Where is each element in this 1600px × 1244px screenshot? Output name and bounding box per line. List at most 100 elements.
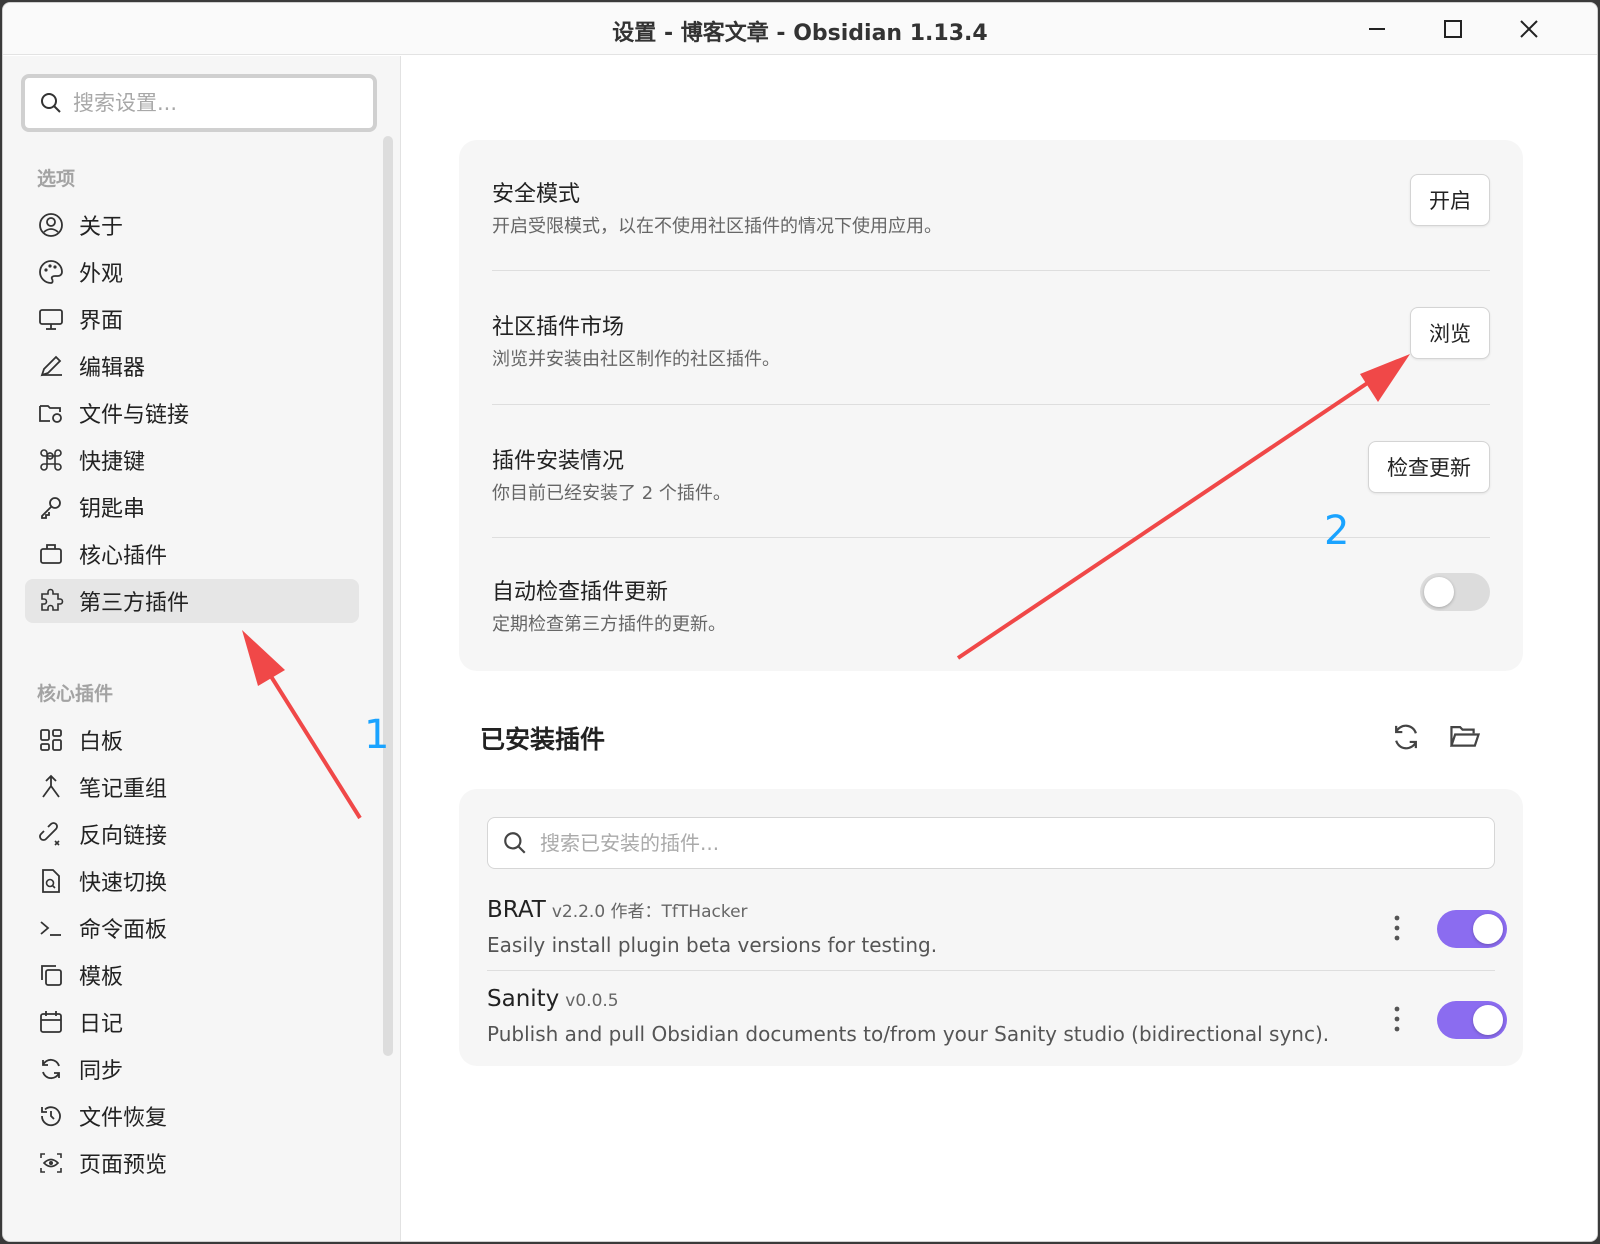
minimize-icon	[1369, 28, 1385, 30]
sidebar-item-command-palette[interactable]: 命令面板	[25, 906, 359, 950]
plugin-settings-card: 安全模式 开启受限模式，以在不使用社区插件的情况下使用应用。 开启 社区插件市场…	[459, 140, 1523, 671]
sidebar-item-label: 钥匙串	[79, 497, 146, 522]
plugin-meta: v0.0.5	[565, 991, 619, 1011]
copy-icon	[37, 961, 65, 989]
search-icon	[41, 93, 61, 113]
sidebar-item-label: 文件与链接	[79, 403, 190, 428]
minimize-button[interactable]	[1353, 11, 1401, 47]
sidebar-item-label: 第三方插件	[79, 591, 190, 616]
sidebar-item-label: 反向链接	[79, 824, 168, 849]
file-search-icon	[37, 867, 65, 895]
plugin-row-brat: BRAT v2.2.0 作者：TfTHacker Easily install p…	[487, 893, 1507, 971]
sidebar-item-label: 页面预览	[79, 1153, 168, 1178]
sidebar-item-interface[interactable]: 界面	[25, 297, 359, 341]
terminal-icon	[37, 914, 65, 942]
folder-link-icon	[37, 399, 65, 427]
installed-plugins-search-input[interactable]	[540, 831, 1440, 855]
key-icon	[37, 493, 65, 521]
setting-row-safe-mode: 安全模式 开启受限模式，以在不使用社区插件的情况下使用应用。 开启	[492, 140, 1490, 271]
sync-icon	[37, 1055, 65, 1083]
sidebar-item-page-preview[interactable]: 页面预览	[25, 1141, 359, 1185]
sidebar-item-label: 命令面板	[79, 918, 168, 943]
section-label-options: 选项	[37, 168, 76, 190]
maximize-icon	[1444, 20, 1462, 38]
open-plugins-folder-button[interactable]	[1446, 718, 1484, 756]
setting-row-community-market: 社区插件市场 浏览并安装由社区制作的社区插件。 浏览	[492, 271, 1490, 405]
setting-name: 自动检查插件更新	[492, 580, 669, 605]
sidebar-item-files-links[interactable]: 文件与链接	[25, 391, 359, 435]
plugin-enable-toggle[interactable]	[1437, 1001, 1507, 1039]
setting-description: 定期检查第三方插件的更新。	[492, 614, 726, 635]
sidebar-item-label: 模板	[79, 965, 124, 990]
section-label-core-plugins: 核心插件	[37, 683, 114, 705]
user-circle-icon	[37, 211, 65, 239]
briefcase-icon	[37, 540, 65, 568]
auto-update-toggle[interactable]	[1420, 573, 1490, 611]
browse-button[interactable]: 浏览	[1410, 307, 1490, 359]
title-bar: 设置 - 博客文章 - Obsidian 1.13.4	[3, 3, 1597, 55]
pencil-icon	[37, 352, 65, 380]
settings-search-input[interactable]	[73, 91, 333, 115]
plugin-name: Sanity	[487, 986, 560, 1012]
safe-mode-enable-button[interactable]: 开启	[1410, 174, 1490, 226]
sidebar-item-canvas[interactable]: 白板	[25, 718, 359, 762]
plugin-meta: v2.2.0 作者：TfTHacker	[551, 902, 748, 922]
setting-description: 你目前已经安装了 2 个插件。	[492, 483, 731, 504]
sidebar-item-core-plugins[interactable]: 核心插件	[25, 532, 359, 576]
layout-grid-icon	[37, 726, 65, 754]
sidebar-item-about[interactable]: 关于	[25, 203, 359, 247]
sidebar-item-templates[interactable]: 模板	[25, 953, 359, 997]
sidebar-item-quick-switcher[interactable]: 快速切换	[25, 859, 359, 903]
maximize-button[interactable]	[1429, 11, 1477, 47]
sidebar-item-hotkeys[interactable]: 快捷键	[25, 438, 359, 482]
sidebar-item-label: 同步	[79, 1059, 124, 1084]
settings-content: 安全模式 开启受限模式，以在不使用社区插件的情况下使用应用。 开启 社区插件市场…	[402, 56, 1597, 1241]
plugin-options-button[interactable]	[1387, 1002, 1407, 1036]
sidebar-item-label: 关于	[79, 215, 124, 240]
annotation-number-1: 1	[364, 712, 390, 758]
installed-plugins-search-box[interactable]	[487, 817, 1495, 869]
setting-description: 开启受限模式，以在不使用社区插件的情况下使用应用。	[492, 216, 942, 237]
setting-name: 安全模式	[492, 182, 581, 207]
reload-plugins-button[interactable]	[1387, 718, 1425, 756]
more-vertical-icon	[1394, 1006, 1400, 1032]
plugin-header: Sanity v0.0.5	[487, 986, 619, 1012]
toggle-knob	[1473, 914, 1503, 944]
sidebar-item-community-plugins[interactable]: 第三方插件	[25, 579, 359, 623]
plugin-enable-toggle[interactable]	[1437, 910, 1507, 948]
puzzle-icon	[37, 587, 65, 615]
folder-open-icon	[1449, 726, 1481, 747]
check-updates-button[interactable]: 检查更新	[1368, 441, 1490, 493]
settings-sidebar: 选项 关于 外观 界面 编辑器 文件与链接 快捷键 钥匙串	[3, 56, 401, 1241]
sidebar-item-note-composer[interactable]: 笔记重组	[25, 765, 359, 809]
plugin-description: Easily install plugin beta versions for …	[487, 933, 938, 957]
sidebar-item-backlinks[interactable]: 反向链接	[25, 812, 359, 856]
plugin-name: BRAT	[487, 897, 546, 923]
toggle-knob	[1473, 1005, 1503, 1035]
plugin-description: Publish and pull Obsidian documents to/f…	[487, 1022, 1330, 1046]
sidebar-item-editor[interactable]: 编辑器	[25, 344, 359, 388]
sidebar-item-keychain[interactable]: 钥匙串	[25, 485, 359, 529]
sidebar-item-label: 笔记重组	[79, 777, 168, 802]
more-vertical-icon	[1394, 915, 1400, 941]
sidebar-item-sync[interactable]: 同步	[25, 1047, 359, 1091]
installed-plugins-card: BRATv2.2.0 作者：TfTHacker Easily install p…	[459, 789, 1523, 1066]
sidebar-scrollbar[interactable]	[383, 136, 393, 1056]
plugin-header: BRAT v2.2.0 作者：TfTHacker	[487, 897, 748, 923]
close-button[interactable]	[1505, 11, 1553, 47]
plugin-options-button[interactable]	[1387, 911, 1407, 945]
close-icon	[1520, 20, 1538, 38]
sidebar-item-label: 文件恢复	[79, 1106, 168, 1131]
setting-name: 插件安装情况	[492, 449, 625, 474]
annotation-number-2: 2	[1324, 508, 1350, 554]
plugin-row-sanity: Sanity v0.0.5 Publish and pull Obsidian d…	[487, 982, 1507, 1060]
eye-scan-icon	[37, 1149, 65, 1177]
backlink-icon	[37, 820, 65, 848]
search-icon	[504, 832, 526, 854]
sidebar-item-appearance[interactable]: 外观	[25, 250, 359, 294]
settings-search-box[interactable]	[21, 74, 377, 132]
sidebar-item-daily-notes[interactable]: 日记	[25, 1000, 359, 1044]
setting-description: 浏览并安装由社区制作的社区插件。	[492, 349, 780, 370]
monitor-icon	[37, 305, 65, 333]
sidebar-item-file-recovery[interactable]: 文件恢复	[25, 1094, 359, 1138]
